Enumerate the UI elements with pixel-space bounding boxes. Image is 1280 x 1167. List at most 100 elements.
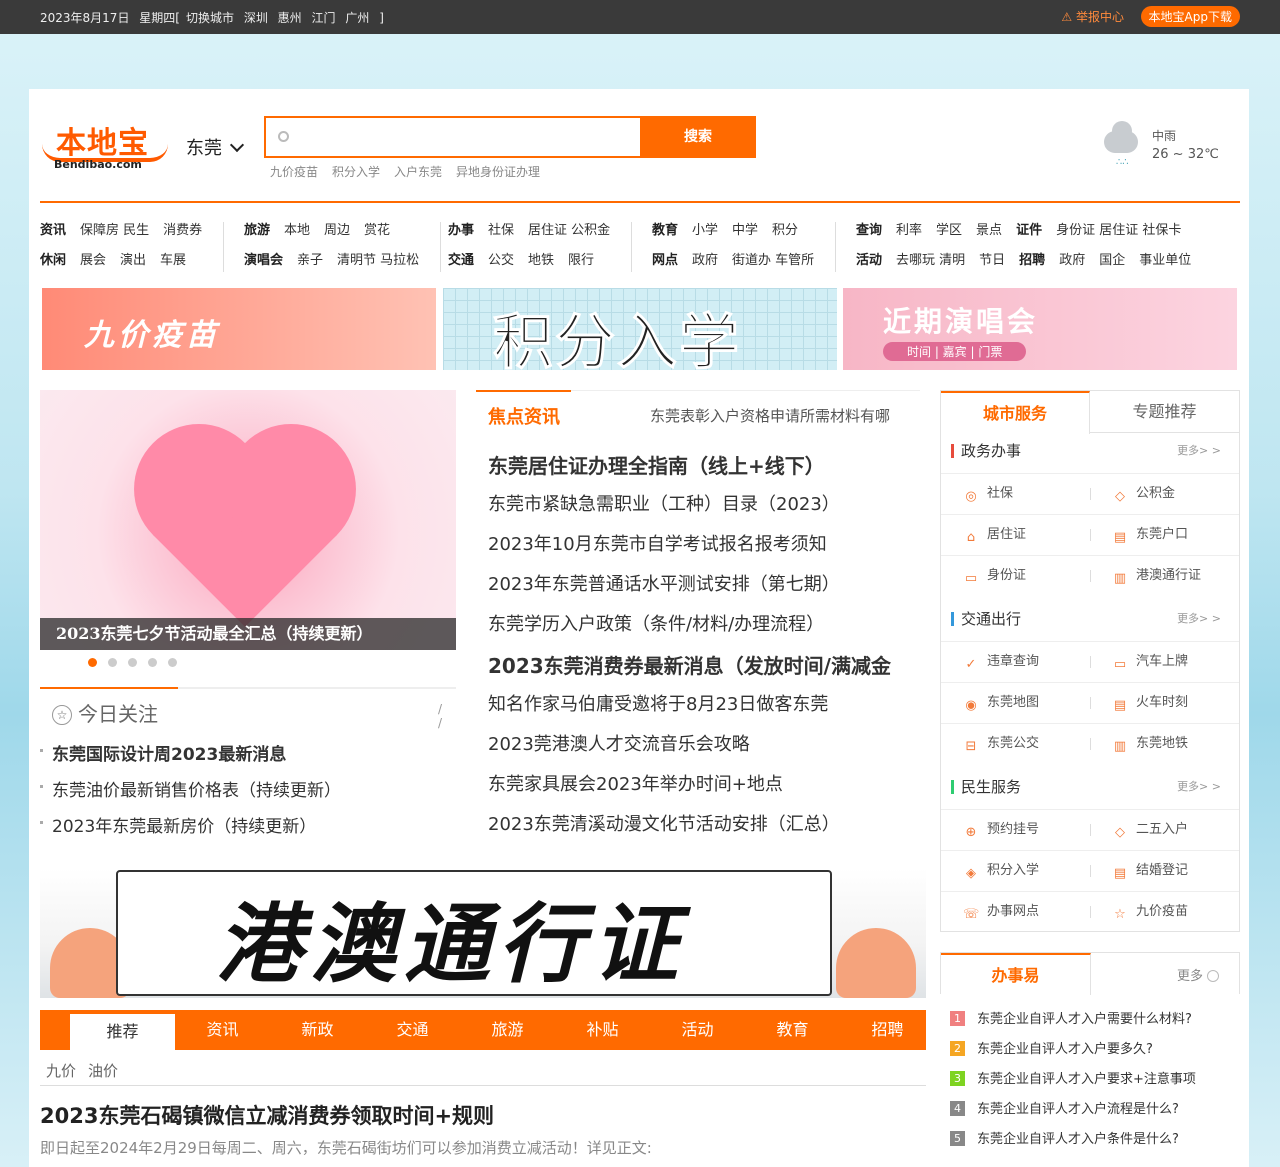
focus-item[interactable]: 东莞家具展会2023年举办时间+地点	[488, 770, 891, 810]
nav-category[interactable]: 招聘	[1019, 253, 1045, 268]
service-item[interactable]: ▤ 东莞户口	[1090, 515, 1239, 555]
nav-link[interactable]: 去哪玩 清明	[896, 253, 965, 268]
service-item[interactable]: ⊟ 东莞公交	[941, 724, 1090, 764]
tab-8[interactable]: 招聘	[840, 1010, 935, 1050]
tab-1[interactable]: 资讯	[175, 1010, 270, 1050]
nav-link[interactable]: 政府	[692, 253, 718, 268]
nav-link[interactable]: 保障房 民生	[80, 223, 149, 238]
bsy-item[interactable]: 5 东莞企业自评人才入户条件是什么?	[950, 1128, 1196, 1158]
slider-dot[interactable]	[108, 658, 117, 667]
nav-link[interactable]: 公交	[488, 253, 514, 268]
slider-caption[interactable]: 2023东莞七夕节活动最全汇总（持续更新）	[40, 618, 456, 650]
bsy-item[interactable]: 4 东莞企业自评人才入户流程是什么?	[950, 1098, 1196, 1128]
nav-link[interactable]: 积分	[772, 223, 798, 238]
nav-link[interactable]: 景点	[976, 223, 1002, 238]
focus-item[interactable]: 知名作家马伯庸受邀将于8月23日做客东莞	[488, 690, 891, 730]
site-logo[interactable]: 本地宝 Bendibao.com	[40, 118, 170, 176]
tab-topic-recommend[interactable]: 专题推荐	[1090, 391, 1239, 433]
service-item[interactable]: ◎ 社保	[941, 474, 1090, 514]
tab-0[interactable]: 推荐	[70, 1014, 175, 1050]
city-selector[interactable]: 东莞	[186, 134, 245, 160]
tab-4[interactable]: 旅游	[460, 1010, 555, 1050]
focus-item[interactable]: 2023东莞清溪动漫文化节活动安排（汇总）	[488, 810, 891, 850]
bsy-item[interactable]: 1 东莞企业自评人才入户需要什么材料?	[950, 1008, 1196, 1038]
service-item[interactable]: ⌂ 居住证	[941, 515, 1090, 555]
slider-dot[interactable]	[148, 658, 157, 667]
nav-category[interactable]: 活动	[856, 253, 882, 268]
hot-keyword[interactable]: 入户东莞	[394, 165, 442, 179]
focus-headline[interactable]: 东莞居住证办理全指南（线上+线下）	[488, 450, 891, 490]
service-item[interactable]: ◇ 二五入户	[1090, 810, 1239, 850]
nav-category[interactable]: 证件	[1016, 223, 1042, 238]
nav-link[interactable]: 中学	[732, 223, 758, 238]
service-item[interactable]: ▥ 东莞地铁	[1090, 724, 1239, 764]
city-link-shenzhen[interactable]: 深圳	[244, 11, 268, 25]
city-link-jiangmen[interactable]: 江门	[312, 11, 336, 25]
nav-category[interactable]: 演唱会	[244, 253, 283, 268]
nav-link[interactable]: 清明节 马拉松	[337, 253, 419, 268]
banner-points-school[interactable]: 积分入学	[443, 288, 837, 370]
bsy-item[interactable]: 2 东莞企业自评人才入户要多久?	[950, 1038, 1196, 1068]
focus-item[interactable]: 东莞学历入户政策（条件/材料/办理流程）	[488, 610, 891, 650]
nav-link[interactable]: 居住证 公积金	[528, 223, 610, 238]
search-input[interactable]	[296, 124, 636, 150]
service-item[interactable]: ▤ 结婚登记	[1090, 851, 1239, 891]
city-link-huizhou[interactable]: 惠州	[278, 11, 302, 25]
service-item[interactable]: ▭ 汽车上牌	[1090, 642, 1239, 682]
nav-category[interactable]: 休闲	[40, 253, 66, 268]
nav-link[interactable]: 街道办 车管所	[732, 253, 814, 268]
service-more-link[interactable]: 更多> >	[1177, 777, 1221, 797]
service-item[interactable]: ▤ 火车时刻	[1090, 683, 1239, 723]
service-item[interactable]: ✓ 违章查询	[941, 642, 1090, 682]
app-download-button[interactable]: 本地宝App下载	[1140, 6, 1240, 27]
switch-city-link[interactable]: 切换城市	[186, 11, 234, 25]
tab-5[interactable]: 补贴	[555, 1010, 650, 1050]
focus-ticker[interactable]: 东莞表彰入户资格申请所需材料有哪	[650, 405, 890, 426]
hot-keyword[interactable]: 九价疫苗	[270, 165, 318, 179]
service-item[interactable]: ☆ 九价疫苗	[1090, 892, 1239, 932]
nav-link[interactable]: 限行	[568, 253, 594, 268]
report-center-link[interactable]: ⚠ 举报中心	[1061, 8, 1124, 25]
hot-keyword[interactable]: 异地身份证办理	[456, 165, 540, 179]
weather-widget[interactable]: ∴∴ 中雨 26 ~ 32℃	[1100, 121, 1220, 175]
today-item[interactable]: 东莞国际设计周2023最新消息	[40, 740, 341, 776]
service-item[interactable]: ⊕ 预约挂号	[941, 810, 1090, 850]
nav-category[interactable]: 资讯	[40, 223, 66, 238]
nav-link[interactable]: 学区	[936, 223, 962, 238]
bsy-title[interactable]: 办事易	[941, 953, 1091, 995]
nav-link[interactable]: 本地	[284, 223, 310, 238]
nav-link[interactable]: 国企	[1099, 253, 1125, 268]
service-item[interactable]: ◉ 东莞地图	[941, 683, 1090, 723]
nav-link[interactable]: 身份证 居住证 社保卡	[1056, 223, 1181, 238]
hot-keyword[interactable]: 积分入学	[332, 165, 380, 179]
tab-7[interactable]: 教育	[745, 1010, 840, 1050]
sub-tag[interactable]: 油价	[88, 1062, 118, 1080]
service-item[interactable]: ◇ 公积金	[1090, 474, 1239, 514]
service-more-link[interactable]: 更多> >	[1177, 441, 1221, 461]
service-more-link[interactable]: 更多> >	[1177, 609, 1221, 629]
nav-link[interactable]: 地铁	[528, 253, 554, 268]
focus-item[interactable]: 2023莞港澳人才交流音乐会攻略	[488, 730, 891, 770]
nav-category[interactable]: 查询	[856, 223, 882, 238]
article-title[interactable]: 2023东莞石碣镇微信立减消费券领取时间+规则	[40, 1100, 494, 1130]
image-slider[interactable]: 2023东莞七夕节活动最全汇总（持续更新）	[40, 390, 456, 650]
tab-2[interactable]: 新政	[270, 1010, 365, 1050]
focus-item[interactable]: 东莞市紧缺急需职业（工种）目录（2023）	[488, 490, 891, 530]
nav-category[interactable]: 教育	[652, 223, 678, 238]
focus-item[interactable]: 2023年东莞普通话水平测试安排（第七期）	[488, 570, 891, 610]
nav-link[interactable]: 亲子	[297, 253, 323, 268]
today-item[interactable]: 2023年东莞最新房价（持续更新）	[40, 812, 341, 848]
nav-category[interactable]: 旅游	[244, 223, 270, 238]
nav-link[interactable]: 展会	[80, 253, 106, 268]
nav-link[interactable]: 事业单位	[1139, 253, 1191, 268]
focus-headline[interactable]: 2023东莞消费券最新消息（发放时间/满减金	[488, 650, 891, 690]
nav-category[interactable]: 交通	[448, 253, 474, 268]
banner-concerts[interactable]: 近期演唱会 时间 | 嘉宾 | 门票	[843, 288, 1237, 370]
banner-hpv-vaccine[interactable]: 九价疫苗	[42, 288, 436, 370]
nav-category[interactable]: 网点	[652, 253, 678, 268]
bsy-item[interactable]: 3 东莞企业自评人才入户要求+注意事项	[950, 1068, 1196, 1098]
nav-category[interactable]: 办事	[448, 223, 474, 238]
sub-tag[interactable]: 九价	[46, 1062, 76, 1080]
service-item[interactable]: ▥ 港澳通行证	[1090, 556, 1239, 596]
tab-6[interactable]: 活动	[650, 1010, 745, 1050]
